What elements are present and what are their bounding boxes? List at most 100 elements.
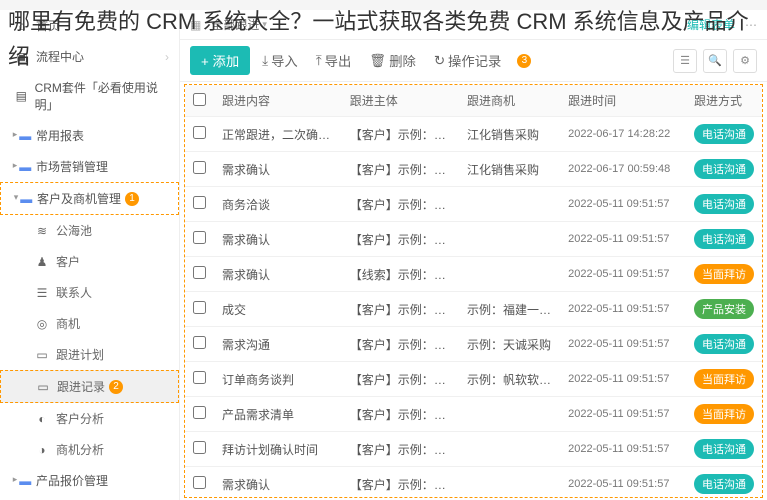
more-icon[interactable]: ⋯ bbox=[745, 18, 757, 32]
table-row[interactable]: 商务洽谈【客户】示例：衢州...2022-05-11 09:51:57电话沟通 bbox=[185, 187, 762, 222]
sidebar-item-9[interactable]: ◎ 商机 bbox=[0, 308, 179, 339]
cell-time: 2022-05-11 09:51:57 bbox=[560, 467, 686, 499]
view-dropdown[interactable]: 全部跟进 bbox=[211, 16, 267, 33]
table-row[interactable]: 拜访计划确认时间【客户】示例：福建...2022-05-11 09:51:57电… bbox=[185, 432, 762, 467]
select-all-checkbox[interactable] bbox=[193, 93, 206, 106]
cell-time: 2022-06-17 14:28:22 bbox=[560, 117, 686, 152]
cell-method: 当面拜访 bbox=[686, 257, 762, 292]
row-checkbox[interactable] bbox=[193, 266, 206, 279]
table-row[interactable]: 需求确认【客户】示例：衢州...江化销售采购2022-06-17 00:59:4… bbox=[185, 152, 762, 187]
row-checkbox[interactable] bbox=[193, 441, 206, 454]
sidebar-icon: ◎ bbox=[34, 317, 50, 331]
cell-method: 电话沟通 bbox=[686, 222, 762, 257]
sidebar-item-2[interactable]: ▤CRM套件「必看使用说明」 bbox=[0, 72, 179, 120]
method-tag: 电话沟通 bbox=[694, 194, 754, 214]
cell-method: 电话沟通 bbox=[686, 117, 762, 152]
sidebar-item-label: 商机 bbox=[56, 315, 80, 332]
grid-icon[interactable]: ▦ bbox=[190, 18, 201, 32]
oplog-button[interactable]: ↻操作记录 bbox=[428, 47, 507, 74]
row-checkbox[interactable] bbox=[193, 336, 206, 349]
cell-time: 2022-05-11 09:51:57 bbox=[560, 327, 686, 362]
delete-button[interactable]: 🗑删除 bbox=[363, 47, 422, 74]
cell-subject: 【客户】示例：浙江... bbox=[342, 467, 459, 499]
chevron-right-icon: › bbox=[165, 50, 169, 64]
column-header-2[interactable]: 跟进主体 bbox=[342, 85, 459, 117]
column-header-5[interactable]: 跟进方式 bbox=[686, 85, 762, 117]
row-checkbox[interactable] bbox=[193, 406, 206, 419]
cell-method: 当面拜访 bbox=[686, 397, 762, 432]
column-header-0[interactable] bbox=[185, 85, 214, 117]
row-checkbox[interactable] bbox=[193, 161, 206, 174]
settings-button[interactable]: ⚙ bbox=[733, 49, 757, 73]
sidebar-item-label: 跟进记录 bbox=[57, 378, 105, 395]
search-button[interactable]: 🔍 bbox=[703, 49, 727, 73]
sidebar-item-label: CRM套件「必看使用说明」 bbox=[35, 79, 169, 113]
cell-method: 电话沟通 bbox=[686, 467, 762, 499]
sidebar-item-1[interactable]: ▣流程中心› bbox=[0, 41, 179, 72]
sidebar-item-label: 首页 bbox=[36, 17, 60, 34]
cell-opp bbox=[459, 467, 560, 499]
column-header-1[interactable]: 跟进内容 bbox=[214, 85, 342, 117]
cell-opp bbox=[459, 257, 560, 292]
export-button[interactable]: ⤒导出 bbox=[310, 47, 358, 74]
sidebar-item-label: 跟进计划 bbox=[56, 346, 104, 363]
table-row[interactable]: 成交【客户】示例：福建...示例：福建一高2月...2022-05-11 09:… bbox=[185, 292, 762, 327]
cell-opp: 示例：天诚采购 bbox=[459, 327, 560, 362]
sidebar-item-13[interactable]: ◑商机分析 bbox=[0, 434, 179, 465]
cell-method: 当面拜访 bbox=[686, 362, 762, 397]
records-table: 跟进内容跟进主体跟进商机跟进时间跟进方式 正常跟进，二次确认需求。【客户】示例：… bbox=[185, 85, 762, 498]
sidebar-badge: 1 bbox=[125, 192, 139, 206]
delete-icon: 🗑 bbox=[369, 53, 386, 69]
cell-opp: 江化销售采购 bbox=[459, 117, 560, 152]
method-tag: 电话沟通 bbox=[694, 334, 754, 354]
table-row[interactable]: 订单商务谈判【客户】示例：帆软...示例：帆软软件采购...2022-05-11… bbox=[185, 362, 762, 397]
column-header-4[interactable]: 跟进时间 bbox=[560, 85, 686, 117]
table-row[interactable]: 需求确认【客户】示例：浙江... 2022-05-11 09:51:57电话沟通 bbox=[185, 467, 762, 499]
table-row[interactable]: 正常跟进，二次确认需求。【客户】示例：衢州...江化销售采购2022-06-17… bbox=[185, 117, 762, 152]
cell-time: 2022-05-11 09:51:57 bbox=[560, 257, 686, 292]
sidebar-item-8[interactable]: ☰联系人 bbox=[0, 277, 179, 308]
column-header-3[interactable]: 跟进商机 bbox=[459, 85, 560, 117]
sidebar-item-label: 产品报价管理 bbox=[36, 472, 108, 489]
cell-subject: 【客户】示例：帆软... bbox=[342, 362, 459, 397]
row-checkbox[interactable] bbox=[193, 301, 206, 314]
row-checkbox[interactable] bbox=[193, 476, 206, 489]
sidebar-item-11[interactable]: ▭跟进记录2 bbox=[0, 370, 179, 403]
sidebar-item-10[interactable]: ▭ 跟进计划 bbox=[0, 339, 179, 370]
import-icon: ⤓ bbox=[262, 53, 268, 69]
sidebar-icon: ▭ bbox=[34, 348, 50, 362]
sidebar-item-14[interactable]: ▸▬产品报价管理 bbox=[0, 465, 179, 496]
table-row[interactable]: 需求确认【线索】示例：衢州...2022-05-11 09:51:57当面拜访 bbox=[185, 257, 762, 292]
cell-method: 电话沟通 bbox=[686, 327, 762, 362]
edit-form-link[interactable]: 编辑表单 bbox=[687, 16, 735, 33]
sidebar-icon: ◑ bbox=[34, 443, 50, 457]
row-checkbox[interactable] bbox=[193, 126, 206, 139]
row-checkbox[interactable] bbox=[193, 196, 206, 209]
cell-content: 需求确认 bbox=[214, 467, 342, 499]
method-tag: 电话沟通 bbox=[694, 159, 754, 179]
sidebar: ⌂首页▣流程中心›▤CRM套件「必看使用说明」▸▬常用报表▸▬市场营销管理▾▬客… bbox=[0, 10, 180, 500]
sidebar-item-label: 常用报表 bbox=[36, 127, 84, 144]
import-button[interactable]: ⤓导入 bbox=[256, 47, 304, 74]
table-row[interactable]: 需求沟通【客户】示例：北京...示例：天诚采购2022-05-11 09:51:… bbox=[185, 327, 762, 362]
sidebar-item-3[interactable]: ▸▬常用报表 bbox=[0, 120, 179, 151]
main-panel: ▦ 全部跟进 编辑表单 ⋯ + 添加 ⤓导入 ⤒导出 🗑删除 ↻操作记录 3 ☰… bbox=[180, 10, 767, 500]
cell-content: 成交 bbox=[214, 292, 342, 327]
table-row[interactable]: 产品需求清单【客户】示例：福建...2022-05-11 09:51:57当面拜… bbox=[185, 397, 762, 432]
sidebar-item-0[interactable]: ⌂首页 bbox=[0, 10, 179, 41]
sidebar-item-6[interactable]: ≋公海池 bbox=[0, 215, 179, 246]
sidebar-item-12[interactable]: ◐客户分析 bbox=[0, 403, 179, 434]
sidebar-item-4[interactable]: ▸▬市场营销管理 bbox=[0, 151, 179, 182]
table-row[interactable]: 需求确认【客户】示例：衢州...2022-05-11 09:51:57电话沟通 bbox=[185, 222, 762, 257]
sidebar-item-label: 客户分析 bbox=[56, 410, 104, 427]
sidebar-item-5[interactable]: ▾▬客户及商机管理1 bbox=[0, 182, 179, 215]
row-checkbox[interactable] bbox=[193, 371, 206, 384]
sidebar-item-15[interactable]: ▸▬合同/回款/开票管理 bbox=[0, 496, 179, 500]
sidebar-item-7[interactable]: ♟客户 bbox=[0, 246, 179, 277]
export-icon: ⤒ bbox=[316, 53, 322, 69]
filter-button[interactable]: ☰ bbox=[673, 49, 697, 73]
row-checkbox[interactable] bbox=[193, 231, 206, 244]
sidebar-item-label: 客户 bbox=[56, 253, 80, 270]
add-button[interactable]: + 添加 bbox=[190, 46, 250, 75]
sidebar-icon: ▣ bbox=[14, 50, 30, 64]
